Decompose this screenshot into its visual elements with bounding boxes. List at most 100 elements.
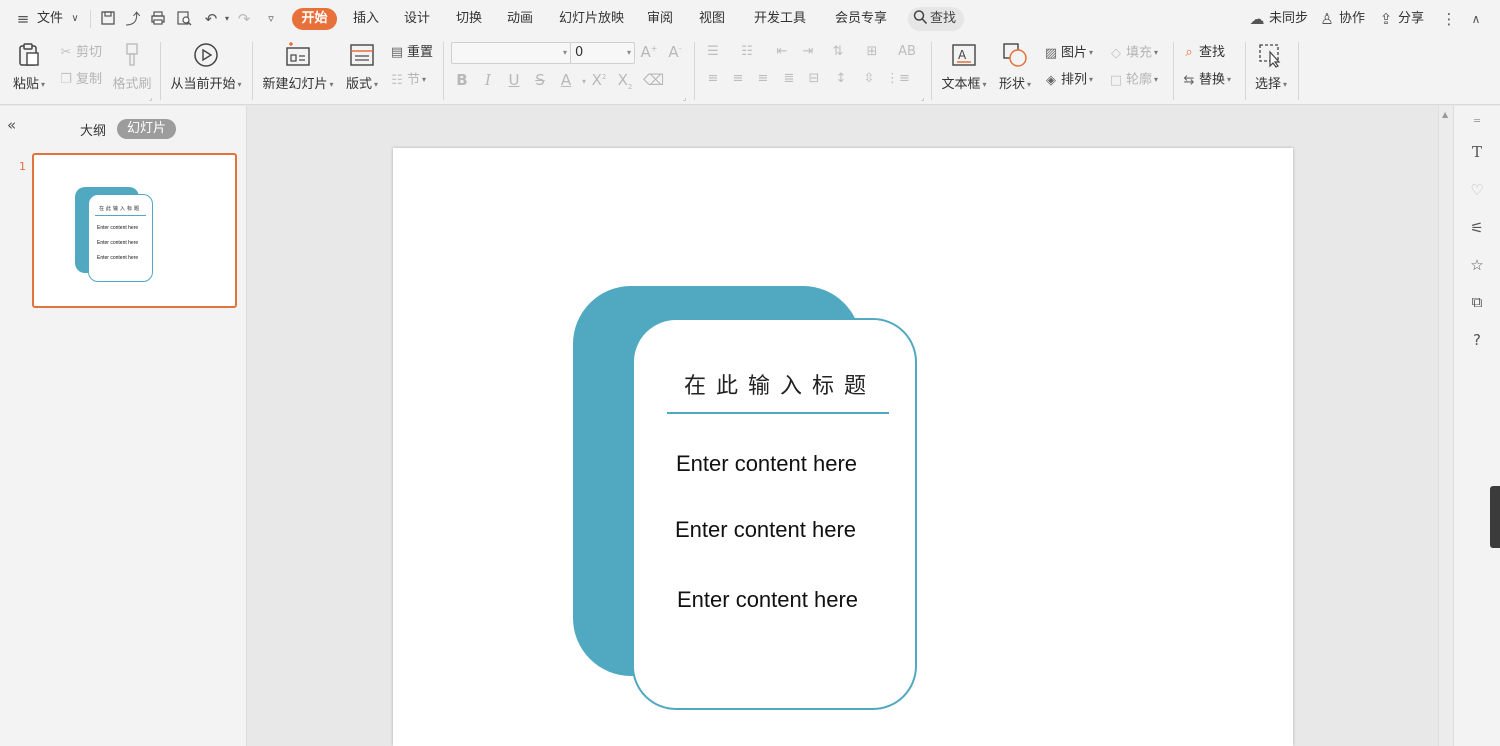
font-color-icon[interactable]: A	[557, 71, 575, 89]
strikethrough-icon[interactable]: S	[531, 71, 549, 89]
copy-button[interactable]: ❐ 复制	[58, 70, 102, 90]
bullets-icon[interactable]: ☰	[702, 44, 724, 59]
search-box[interactable]: 查找	[908, 7, 964, 31]
lightbulb-icon[interactable]: ♡	[1467, 180, 1487, 200]
cut-button[interactable]: ✂ 剪切	[58, 43, 102, 63]
tab-developer[interactable]: 开发工具	[754, 0, 806, 38]
sidebar-drag-handle-icon[interactable]: ═	[1467, 112, 1487, 132]
distribute-icon[interactable]: ⊟	[803, 71, 825, 86]
slide-thumbnail[interactable]: 在此输入标题 Enter content here Enter content …	[32, 153, 237, 308]
outline-icon: □	[1109, 72, 1123, 88]
content-item-3[interactable]: Enter content here	[677, 587, 858, 613]
tab-outline[interactable]: 大纲	[80, 120, 106, 139]
slide-editing-area[interactable]: 在此输入标题 Enter content here Enter content …	[393, 148, 1293, 746]
adjust-settings-icon[interactable]: ⚟	[1467, 218, 1487, 238]
numbering-icon[interactable]: ☷	[736, 44, 758, 59]
print-preview-icon[interactable]	[175, 10, 193, 28]
layout-button[interactable]: 版式 ▾	[344, 42, 380, 92]
cloud-sync-icon[interactable]: ☁	[1248, 10, 1266, 28]
justify-icon[interactable]: ≣	[778, 71, 800, 86]
font-family-select[interactable]: ▾	[451, 42, 571, 64]
italic-icon[interactable]: I	[479, 71, 497, 89]
divider	[160, 42, 161, 100]
align-left-icon[interactable]: ≡	[702, 71, 724, 86]
section-button[interactable]: ☷ 节 ▾	[389, 70, 426, 90]
right-sidebar: ═ T ♡ ⚟ ☆ ⧉ ?	[1453, 106, 1500, 746]
content-item-2[interactable]: Enter content here	[675, 517, 856, 543]
increase-indent-icon[interactable]: ⇥	[797, 44, 819, 59]
tab-view[interactable]: 视图	[699, 0, 725, 38]
quick-access-dropdown-icon[interactable]: ▿	[262, 10, 280, 28]
shape-button[interactable]: 形状 ▾	[996, 42, 1034, 92]
tab-start[interactable]: 开始	[292, 8, 337, 30]
share-button[interactable]: 分享	[1398, 0, 1424, 38]
textbox-button[interactable]: A 文本框 ▾	[939, 42, 989, 92]
hamburger-menu-icon[interactable]: ≡	[14, 10, 32, 28]
align-center-icon[interactable]: ≡	[727, 71, 749, 86]
bold-icon[interactable]: B	[453, 71, 471, 89]
fill-button[interactable]: ◇ 填充 ▾	[1108, 43, 1158, 63]
tab-slideshow[interactable]: 幻灯片放映	[559, 0, 624, 38]
content-item-1[interactable]: Enter content here	[676, 451, 857, 477]
align-text-icon[interactable]: ⊞	[861, 44, 883, 59]
replace-button[interactable]: ⇆ 替换 ▾	[1181, 70, 1231, 90]
export-pdf-icon[interactable]: ⤴	[124, 10, 142, 28]
side-panel-handle[interactable]	[1490, 486, 1500, 548]
text-direction-icon[interactable]: ⇅	[827, 44, 849, 59]
paste-button[interactable]: 粘贴 ▾	[10, 42, 48, 92]
new-slide-button[interactable]: 新建幻灯片 ▾	[260, 42, 336, 92]
paragraph-settings-icon[interactable]: ⋮≡	[886, 71, 910, 86]
columns-icon[interactable]: AB	[896, 44, 918, 59]
decrease-indent-icon[interactable]: ⇤	[771, 44, 793, 59]
collapse-panel-icon[interactable]: «	[7, 116, 16, 134]
favorite-star-icon[interactable]: ☆	[1467, 255, 1487, 275]
help-icon[interactable]: ?	[1467, 330, 1487, 350]
tab-review[interactable]: 审阅	[647, 0, 673, 38]
dialog-launcher-icon[interactable]: ⌟	[149, 94, 152, 102]
scroll-up-arrow-icon[interactable]: ▲	[1442, 110, 1448, 119]
slide-title[interactable]: 在此输入标题	[684, 368, 876, 400]
paragraph-spacing-icon[interactable]: ⇳	[858, 71, 880, 86]
tab-slides[interactable]: 幻灯片	[117, 119, 176, 139]
find-button[interactable]: ⌕ 查找	[1181, 43, 1225, 63]
collaborate-button[interactable]: 协作	[1339, 0, 1365, 38]
vertical-scrollbar[interactable]: ▲	[1438, 106, 1453, 746]
arrange-button[interactable]: ◈ 排列 ▾	[1043, 70, 1093, 90]
save-icon[interactable]	[99, 10, 117, 28]
select-button[interactable]: 选择 ▾	[1252, 42, 1290, 92]
reset-button[interactable]: ▤ 重置	[389, 43, 433, 63]
clear-format-icon[interactable]: ⌫	[643, 71, 664, 89]
tab-member[interactable]: 会员专享	[835, 0, 887, 38]
picture-button[interactable]: ▨ 图片 ▾	[1043, 43, 1093, 63]
font-dialog-launcher-icon[interactable]: ⌟	[683, 94, 686, 102]
thumbnail-title: 在此输入标题	[99, 206, 142, 212]
file-chevron-down-icon[interactable]: ∨	[66, 10, 84, 28]
file-menu[interactable]: 文件	[37, 0, 63, 38]
subscript-icon[interactable]: X2	[616, 71, 634, 91]
decrease-font-icon[interactable]: A-	[666, 43, 684, 61]
tab-design[interactable]: 设计	[404, 0, 430, 38]
share-icon[interactable]: ⇪	[1377, 10, 1395, 28]
underline-icon[interactable]: U	[505, 71, 523, 89]
tab-transitions[interactable]: 切换	[456, 0, 482, 38]
more-options-icon[interactable]: ⋮	[1440, 10, 1458, 28]
outline-button[interactable]: □ 轮廓 ▾	[1108, 70, 1158, 90]
increase-font-icon[interactable]: A+	[640, 43, 658, 61]
sync-status[interactable]: 未同步	[1269, 0, 1308, 38]
font-size-select[interactable]: 0 ▾	[570, 42, 635, 64]
align-right-icon[interactable]: ≡	[752, 71, 774, 86]
paragraph-dialog-launcher-icon[interactable]: ⌟	[921, 94, 924, 102]
redo-icon[interactable]: ↷	[235, 10, 253, 28]
text-properties-icon[interactable]: T	[1467, 142, 1487, 162]
print-icon[interactable]	[149, 10, 167, 28]
tab-animations[interactable]: 动画	[507, 0, 533, 38]
from-current-slide-button[interactable]: 从当前开始 ▾	[168, 42, 244, 92]
line-spacing-icon[interactable]: ↕	[830, 71, 852, 86]
undo-dropdown-icon[interactable]: ▾	[218, 10, 236, 28]
format-painter-button[interactable]: 格式刷	[111, 42, 153, 92]
slide-transition-icon[interactable]: ⧉	[1467, 292, 1487, 312]
tab-insert[interactable]: 插入	[353, 0, 379, 38]
collapse-ribbon-icon[interactable]: ∧	[1467, 10, 1485, 28]
superscript-icon[interactable]: X2	[590, 71, 608, 89]
collaborate-icon[interactable]: ♙	[1318, 10, 1336, 28]
